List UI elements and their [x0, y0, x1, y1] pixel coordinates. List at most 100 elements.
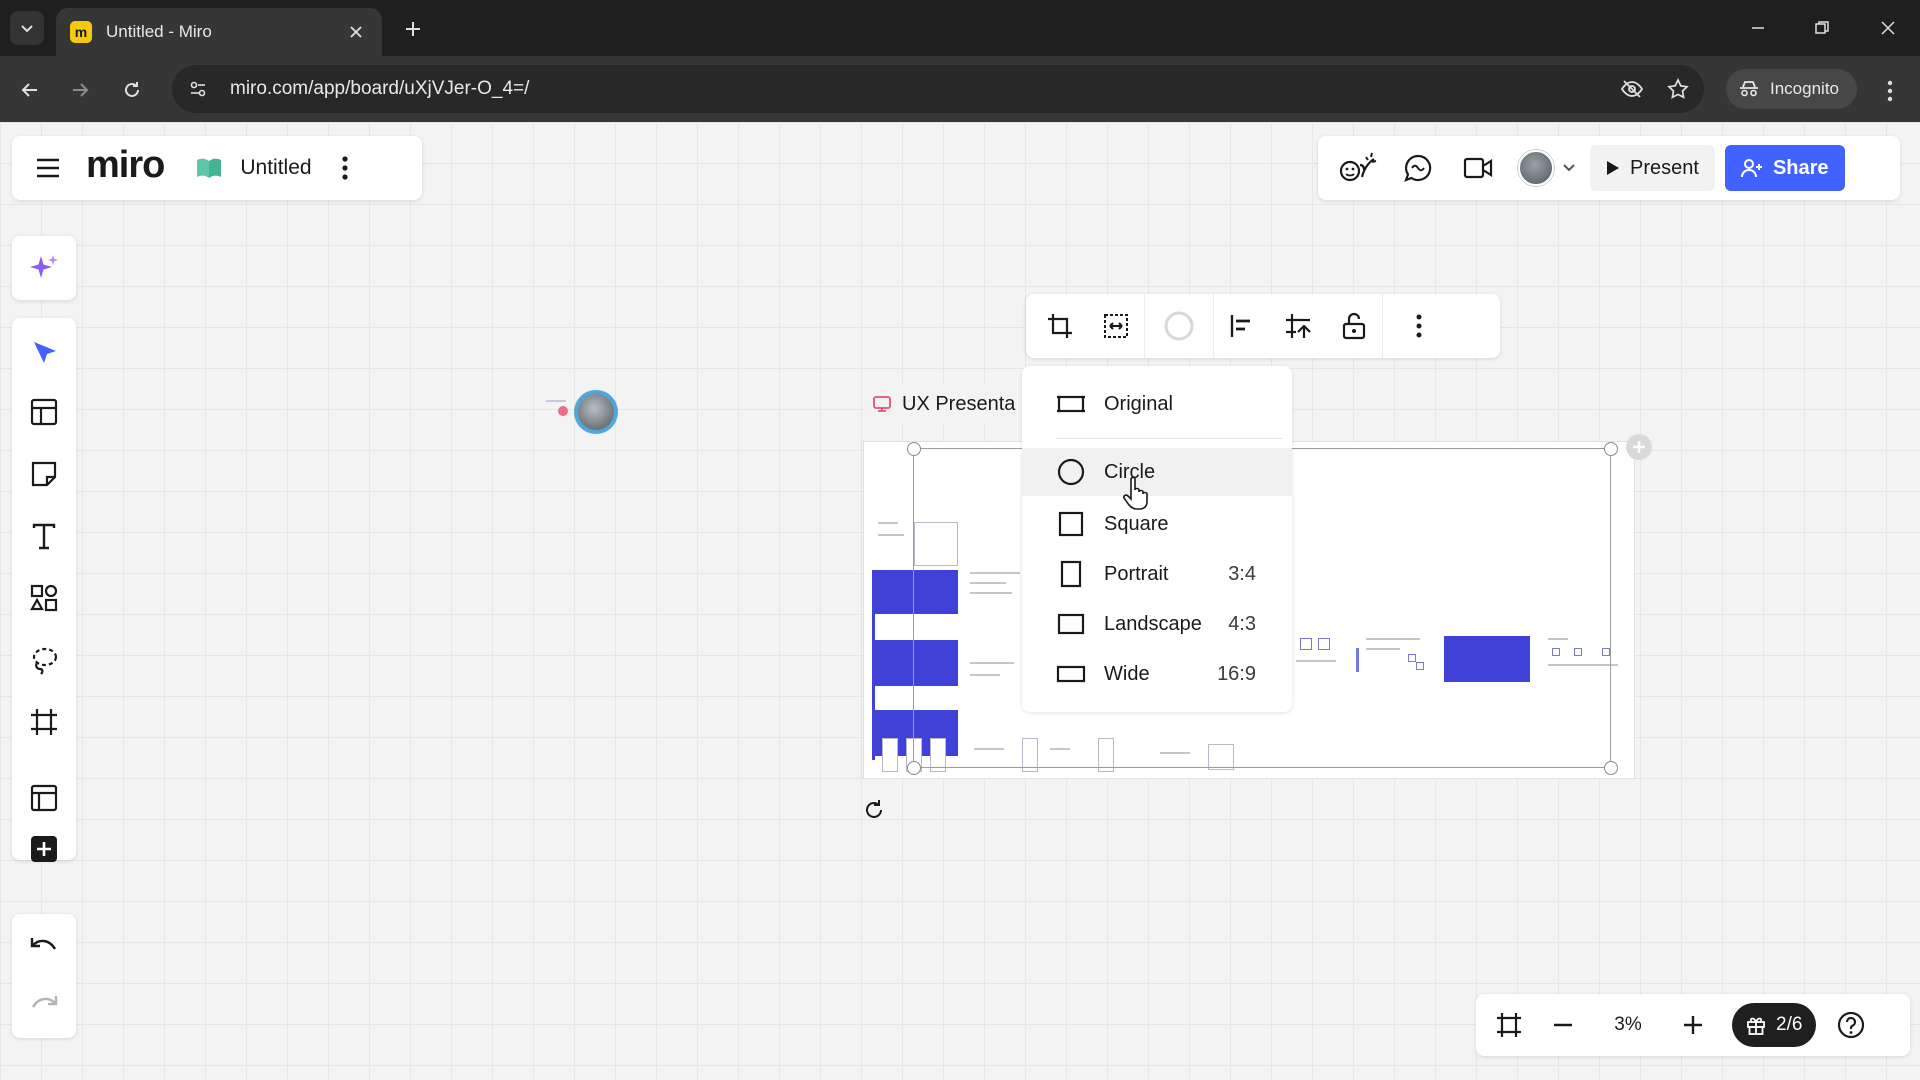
resize-handle-top-right[interactable] — [1604, 442, 1618, 456]
fit-to-screen-button[interactable] — [1482, 998, 1536, 1052]
reactions-button[interactable] — [1328, 140, 1388, 196]
miro-favicon-icon: m — [70, 21, 92, 43]
restore-button[interactable] — [1800, 10, 1844, 46]
whats-new-button[interactable]: 2/6 — [1732, 1003, 1817, 1047]
frame-color-button[interactable] — [1151, 298, 1207, 354]
eye-off-icon — [1620, 80, 1644, 98]
url-text[interactable]: miro.com/app/board/uXjVJer-O_4=/ — [230, 78, 1612, 100]
crop-option-portrait[interactable]: Portrait 3:4 — [1022, 550, 1292, 598]
crop-option-landscape[interactable]: Landscape 4:3 — [1022, 600, 1292, 648]
back-button[interactable] — [12, 72, 48, 108]
circle-icon — [1056, 457, 1086, 487]
chevron-down-icon — [1563, 164, 1575, 172]
add-connector-button[interactable] — [1626, 434, 1652, 460]
lock-button[interactable] — [1326, 298, 1382, 354]
more-tools-button[interactable] — [16, 834, 72, 864]
bookmark-button[interactable] — [1658, 69, 1698, 109]
crop-option-wide[interactable]: Wide 16:9 — [1022, 650, 1292, 698]
frame-text-line — [878, 534, 904, 536]
sticky-note-tool[interactable] — [16, 448, 72, 500]
wide-icon — [1056, 659, 1086, 689]
crop-shape-menu: Original Circle Square Portrait 3:4 Land… — [1022, 366, 1292, 712]
cursor-icon — [34, 342, 56, 363]
present-button[interactable]: Present — [1590, 145, 1715, 191]
crop-option-circle[interactable]: Circle — [1022, 448, 1292, 496]
new-tab-button[interactable] — [396, 12, 430, 46]
more-vertical-icon — [1887, 80, 1893, 102]
frame-tool[interactable] — [16, 696, 72, 748]
crop-option-original[interactable]: Original — [1022, 380, 1292, 428]
reload-button[interactable] — [114, 72, 150, 108]
crop-option-square[interactable]: Square — [1022, 500, 1292, 548]
resize-handle-bottom-right[interactable] — [1604, 761, 1618, 775]
frame-icon — [1497, 1013, 1521, 1037]
zoom-out-button[interactable] — [1536, 998, 1590, 1052]
plus-square-icon — [31, 836, 57, 862]
collaborator-cursor — [540, 390, 620, 440]
square-icon — [1056, 509, 1086, 539]
collaborators-menu[interactable] — [1518, 150, 1576, 186]
text-tool[interactable] — [16, 510, 72, 562]
more-vertical-icon — [1416, 314, 1422, 338]
layout-tool[interactable] — [16, 772, 72, 824]
minus-icon — [1554, 1023, 1572, 1027]
redo-button[interactable] — [16, 980, 72, 1032]
video-call-button[interactable] — [1448, 140, 1508, 196]
board-canvas[interactable]: miro Untitled Present Share UX Presenta … — [0, 122, 1920, 1080]
reactions-icon — [1339, 152, 1377, 182]
frame-connector — [872, 570, 875, 760]
more-vertical-icon — [341, 156, 348, 180]
lasso-tool[interactable] — [16, 634, 72, 686]
fit-frame-button[interactable] — [1088, 298, 1144, 354]
resize-handle-bottom-left[interactable] — [907, 761, 921, 775]
template-icon — [30, 398, 58, 426]
tracking-protection-button[interactable] — [1612, 69, 1652, 109]
undo-icon — [30, 938, 57, 950]
tab-close-button[interactable] — [344, 20, 368, 44]
zoom-in-button[interactable] — [1666, 998, 1720, 1052]
board-options-button[interactable] — [330, 148, 360, 188]
incognito-indicator[interactable]: Incognito — [1726, 69, 1857, 109]
select-tool[interactable] — [16, 328, 72, 380]
forward-button[interactable] — [62, 72, 98, 108]
rotate-handle[interactable] — [860, 796, 888, 824]
frame-text-line — [878, 522, 898, 524]
share-button[interactable]: Share — [1724, 145, 1845, 191]
undo-button[interactable] — [16, 922, 72, 974]
gift-icon — [1747, 1017, 1765, 1035]
ai-assist-button[interactable] — [12, 236, 76, 300]
frame-title-text: UX Presenta — [902, 392, 1016, 415]
frame-swap-icon — [1286, 314, 1311, 338]
resize-handle-top-left[interactable] — [907, 442, 921, 456]
tab-title: Untitled - Miro — [106, 22, 212, 41]
browser-tab[interactable]: m Untitled - Miro — [56, 8, 382, 56]
restore-icon — [1815, 21, 1829, 34]
frame-title[interactable]: UX Presenta — [864, 384, 1024, 424]
crop-button[interactable] — [1032, 298, 1088, 354]
align-button[interactable] — [1214, 298, 1270, 354]
templates-tool[interactable] — [16, 386, 72, 438]
chat-icon — [1404, 154, 1432, 182]
main-menu-button[interactable] — [20, 140, 76, 196]
tab-search-button[interactable] — [10, 11, 44, 45]
comments-button[interactable] — [1388, 140, 1448, 196]
hand-pointer-icon — [1122, 476, 1150, 510]
shapes-tool[interactable] — [16, 572, 72, 624]
video-camera-icon — [1463, 157, 1493, 179]
convert-frame-button[interactable] — [1270, 298, 1326, 354]
close-window-button[interactable] — [1866, 10, 1910, 46]
help-button[interactable] — [1824, 998, 1878, 1052]
align-left-icon — [1230, 315, 1250, 337]
browser-menu-button[interactable] — [1872, 73, 1908, 109]
more-options-button[interactable] — [1391, 298, 1447, 354]
address-bar[interactable]: miro.com/app/board/uXjVJer-O_4=/ — [172, 65, 1704, 113]
browser-toolbar: miro.com/app/board/uXjVJer-O_4=/ Incogni… — [0, 56, 1920, 122]
portrait-icon — [1056, 559, 1086, 589]
site-info-button[interactable] — [178, 69, 218, 109]
sparkle-icon — [30, 255, 58, 278]
crop-original-icon — [1056, 389, 1086, 419]
presentation-icon — [873, 396, 891, 412]
board-title[interactable]: Untitled — [240, 156, 311, 180]
zoom-level[interactable]: 3% — [1590, 1014, 1666, 1036]
minimize-button[interactable] — [1736, 10, 1780, 46]
